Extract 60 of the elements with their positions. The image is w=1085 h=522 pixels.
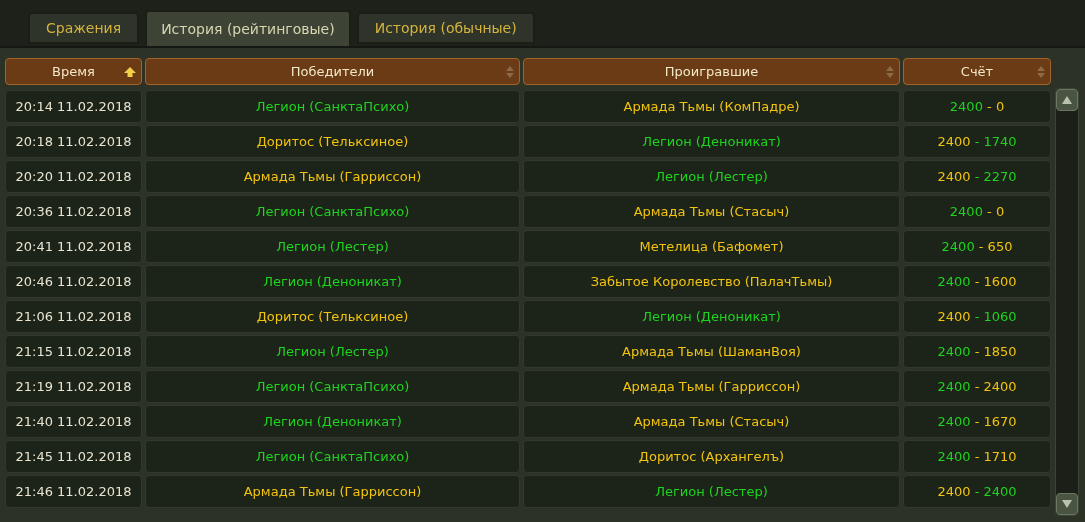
table-cell: Легион (Лестер) — [523, 160, 900, 193]
column-header[interactable]: Проигравшие — [523, 58, 900, 85]
table-cell: 2400 - 0 — [903, 195, 1051, 228]
table-cell: Легион (СанктаПсихо) — [145, 195, 520, 228]
table-cell: 2400 - 2400 — [903, 370, 1051, 403]
table-cell: 2400 - 2270 — [903, 160, 1051, 193]
table-cell: 21:45 11.02.2018 — [5, 440, 142, 473]
tab[interactable]: Сражения — [28, 12, 140, 44]
table-cell: 2400 - 2400 — [903, 475, 1051, 508]
table-cell: Армада Тьмы (Гарриссон) — [145, 160, 520, 193]
table-cell: Доритос (Тельксиное) — [145, 300, 520, 333]
table-cell: Легион (Лестер) — [145, 230, 520, 263]
tab[interactable]: История (обычные) — [356, 12, 535, 44]
column-header[interactable]: Время — [5, 58, 142, 85]
table-cell: Доритос (Тельксиное) — [145, 125, 520, 158]
down-arrow-icon — [1062, 500, 1072, 508]
table-cell: 21:06 11.02.2018 — [5, 300, 142, 333]
table-cell: 2400 - 1850 — [903, 335, 1051, 368]
column-header[interactable]: Победители — [145, 58, 520, 85]
table-cell: Легион (Деноникат) — [145, 405, 520, 438]
scroll-down-button[interactable] — [1056, 493, 1078, 515]
tab[interactable]: История (рейтинговые) — [145, 10, 351, 46]
table-cell: 21:40 11.02.2018 — [5, 405, 142, 438]
table-cell: 21:19 11.02.2018 — [5, 370, 142, 403]
table-cell: Армада Тьмы (Стасыч) — [523, 195, 900, 228]
table-cell: 20:18 11.02.2018 — [5, 125, 142, 158]
table-cell: 20:41 11.02.2018 — [5, 230, 142, 263]
table-cell: Доритос (Архангелъ) — [523, 440, 900, 473]
table-cell: Легион (Деноникат) — [145, 265, 520, 298]
table-cell: 20:46 11.02.2018 — [5, 265, 142, 298]
table-cell: 21:15 11.02.2018 — [5, 335, 142, 368]
table-cell: Легион (СанктаПсихо) — [145, 90, 520, 123]
table-cell: Легион (Деноникат) — [523, 125, 900, 158]
scrollbar[interactable] — [1055, 88, 1079, 516]
table-cell: Легион (СанктаПсихо) — [145, 370, 520, 403]
table-cell: Армада Тьмы (Стасыч) — [523, 405, 900, 438]
table-cell: Легион (Лестер) — [523, 475, 900, 508]
table-cell: Армада Тьмы (Гарриссон) — [523, 370, 900, 403]
up-arrow-icon — [1062, 96, 1072, 104]
table-cell: 20:20 11.02.2018 — [5, 160, 142, 193]
table-cell: 2400 - 1710 — [903, 440, 1051, 473]
table-cell: Забытое Королевство (ПалачТьмы) — [523, 265, 900, 298]
column-header[interactable]: Счёт — [903, 58, 1051, 85]
table-cell: 2400 - 1740 — [903, 125, 1051, 158]
table-cell: Метелица (Бафомет) — [523, 230, 900, 263]
table-cell: 20:14 11.02.2018 — [5, 90, 142, 123]
table-cell: 2400 - 1060 — [903, 300, 1051, 333]
table-cell: 2400 - 0 — [903, 90, 1051, 123]
table-cell: 2400 - 1670 — [903, 405, 1051, 438]
table-cell: 2400 - 650 — [903, 230, 1051, 263]
table-cell: 21:46 11.02.2018 — [5, 475, 142, 508]
table-cell: Армада Тьмы (КомПадре) — [523, 90, 900, 123]
table-cell: Легион (Деноникат) — [523, 300, 900, 333]
scroll-up-button[interactable] — [1056, 89, 1078, 111]
table-cell: Армада Тьмы (Гарриссон) — [145, 475, 520, 508]
table-cell: 2400 - 1600 — [903, 265, 1051, 298]
table-cell: Армада Тьмы (ШаманВоя) — [523, 335, 900, 368]
table-cell: 20:36 11.02.2018 — [5, 195, 142, 228]
table-cell: Легион (Лестер) — [145, 335, 520, 368]
table-cell: Легион (СанктаПсихо) — [145, 440, 520, 473]
